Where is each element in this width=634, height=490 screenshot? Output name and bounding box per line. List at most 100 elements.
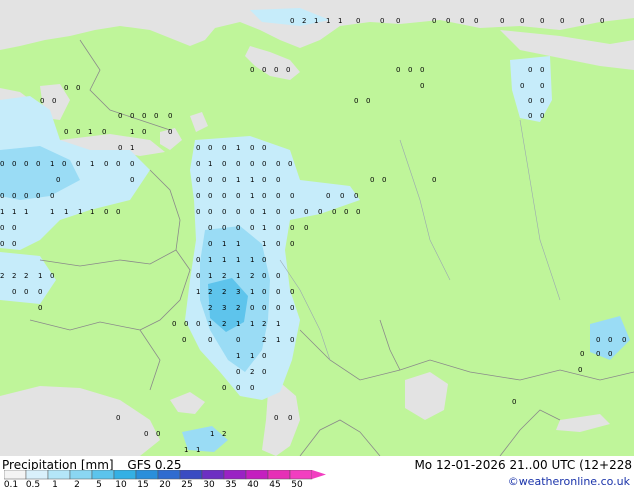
svg-text:0: 0 xyxy=(208,144,212,152)
svg-text:0: 0 xyxy=(274,66,278,74)
credit-link[interactable]: ©weatheronline.co.uk xyxy=(508,475,630,488)
colorbar-swatch xyxy=(91,470,115,480)
svg-text:0: 0 xyxy=(288,414,292,422)
svg-text:1: 1 xyxy=(236,176,240,184)
svg-text:0: 0 xyxy=(250,160,254,168)
svg-text:0: 0 xyxy=(622,336,626,344)
colorbar-swatch xyxy=(289,470,313,480)
svg-text:1: 1 xyxy=(130,144,134,152)
svg-text:0: 0 xyxy=(222,192,226,200)
svg-text:0: 0 xyxy=(154,112,158,120)
svg-text:0: 0 xyxy=(540,112,544,120)
colorbar-tick-label: 25 xyxy=(181,480,193,490)
svg-text:2: 2 xyxy=(262,336,266,344)
svg-text:0: 0 xyxy=(12,224,16,232)
svg-text:0: 0 xyxy=(580,17,584,25)
svg-text:0: 0 xyxy=(24,160,28,168)
svg-text:0: 0 xyxy=(446,17,450,25)
colorbar-tick-label: 50 xyxy=(291,480,303,490)
svg-text:1: 1 xyxy=(222,256,226,264)
precipitation-map: 021110 000000 000000 0000 00000 0 00 0000… xyxy=(0,0,634,456)
svg-text:0: 0 xyxy=(104,160,108,168)
svg-text:1: 1 xyxy=(208,320,212,328)
svg-text:1: 1 xyxy=(250,256,254,264)
svg-text:0: 0 xyxy=(250,384,254,392)
svg-text:1: 1 xyxy=(50,208,54,216)
svg-text:0: 0 xyxy=(596,336,600,344)
svg-text:0: 0 xyxy=(262,176,266,184)
svg-text:0: 0 xyxy=(222,160,226,168)
svg-text:0: 0 xyxy=(236,160,240,168)
svg-text:0: 0 xyxy=(36,192,40,200)
svg-text:0: 0 xyxy=(420,66,424,74)
colorbar-tick-label: 5 xyxy=(96,480,102,490)
svg-text:0: 0 xyxy=(432,17,436,25)
svg-text:0: 0 xyxy=(528,97,532,105)
svg-text:0: 0 xyxy=(208,208,212,216)
svg-text:0: 0 xyxy=(528,112,532,120)
svg-text:0: 0 xyxy=(236,224,240,232)
svg-text:0: 0 xyxy=(38,304,42,312)
svg-text:0: 0 xyxy=(196,320,200,328)
svg-text:0: 0 xyxy=(168,112,172,120)
svg-text:0: 0 xyxy=(64,84,68,92)
svg-text:0: 0 xyxy=(208,240,212,248)
svg-text:0: 0 xyxy=(130,160,134,168)
svg-text:0: 0 xyxy=(196,160,200,168)
svg-text:0: 0 xyxy=(196,256,200,264)
svg-text:0: 0 xyxy=(274,414,278,422)
svg-text:0: 0 xyxy=(318,208,322,216)
legend-footer: Precipitation [mm] GFS 0.25 Mo 12-01-202… xyxy=(0,456,634,490)
colorbar-tick-label: 0.5 xyxy=(25,480,41,490)
svg-text:0: 0 xyxy=(236,384,240,392)
svg-text:1: 1 xyxy=(210,430,214,438)
colorbar-tick-label: 15 xyxy=(137,480,149,490)
svg-text:0: 0 xyxy=(540,82,544,90)
svg-text:0: 0 xyxy=(608,350,612,358)
colorbar-tick-label: 20 xyxy=(159,480,171,490)
svg-text:0: 0 xyxy=(76,160,80,168)
svg-text:0: 0 xyxy=(262,352,266,360)
svg-text:0: 0 xyxy=(276,176,280,184)
svg-text:2: 2 xyxy=(222,320,226,328)
svg-text:0: 0 xyxy=(520,82,524,90)
svg-text:0: 0 xyxy=(56,176,60,184)
svg-text:0: 0 xyxy=(50,272,54,280)
svg-text:0: 0 xyxy=(304,208,308,216)
svg-text:1: 1 xyxy=(208,272,212,280)
svg-text:0: 0 xyxy=(250,144,254,152)
svg-text:0: 0 xyxy=(340,192,344,200)
svg-text:0: 0 xyxy=(208,224,212,232)
svg-text:0: 0 xyxy=(222,176,226,184)
svg-text:0: 0 xyxy=(560,17,564,25)
svg-text:0: 0 xyxy=(62,160,66,168)
svg-text:0: 0 xyxy=(0,160,4,168)
svg-text:0: 0 xyxy=(276,288,280,296)
colorbar-tick-label: 30 xyxy=(203,480,215,490)
colorbar-swatch xyxy=(69,470,93,480)
svg-text:0: 0 xyxy=(366,97,370,105)
svg-text:0: 0 xyxy=(236,336,240,344)
colorbar-swatch xyxy=(179,470,203,480)
colorbar-arrow xyxy=(312,470,326,479)
svg-text:1: 1 xyxy=(208,256,212,264)
svg-text:0: 0 xyxy=(262,144,266,152)
svg-text:0: 0 xyxy=(290,192,294,200)
colorbar-swatch xyxy=(201,470,225,480)
svg-text:1: 1 xyxy=(222,240,226,248)
svg-text:2: 2 xyxy=(262,320,266,328)
svg-text:0: 0 xyxy=(142,128,146,136)
svg-text:0: 0 xyxy=(250,208,254,216)
svg-text:0: 0 xyxy=(354,192,358,200)
svg-text:0: 0 xyxy=(276,160,280,168)
svg-text:2: 2 xyxy=(24,272,28,280)
svg-text:0: 0 xyxy=(196,176,200,184)
svg-text:0: 0 xyxy=(262,160,266,168)
svg-text:1: 1 xyxy=(50,160,54,168)
svg-text:0: 0 xyxy=(24,288,28,296)
svg-text:0: 0 xyxy=(262,304,266,312)
svg-text:0: 0 xyxy=(290,240,294,248)
svg-text:2: 2 xyxy=(222,430,226,438)
svg-text:0: 0 xyxy=(130,112,134,120)
svg-text:2: 2 xyxy=(250,368,254,376)
